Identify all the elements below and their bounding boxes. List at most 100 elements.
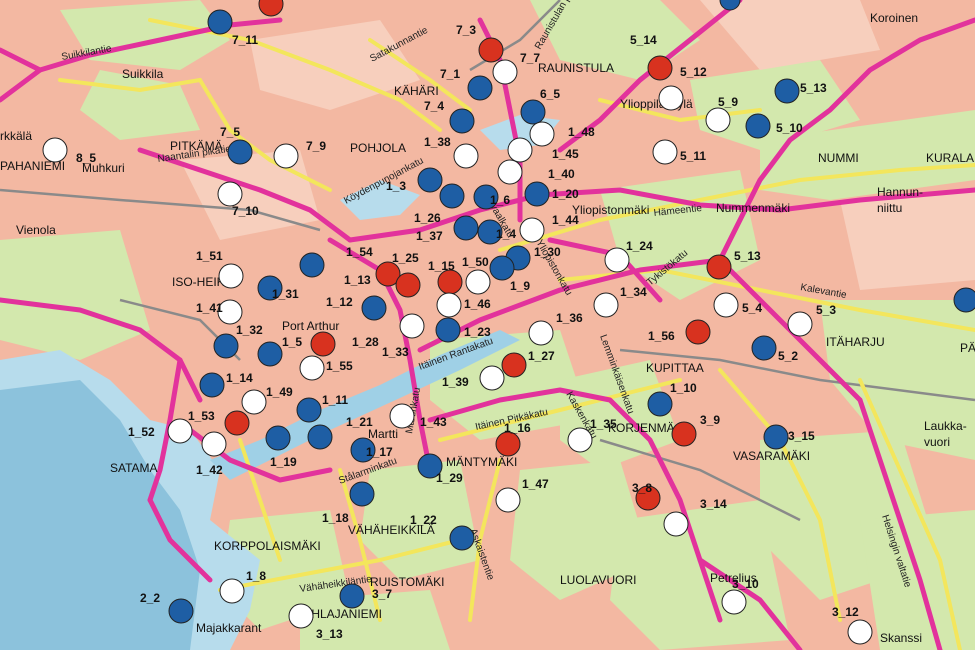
station-marker[interactable] <box>663 511 689 537</box>
station-label: 1_10 <box>670 381 697 395</box>
station-marker[interactable] <box>495 431 521 457</box>
district-label: KÄHÄRI <box>394 84 439 98</box>
station-marker[interactable] <box>671 421 697 447</box>
district-label: Martti <box>368 427 398 441</box>
station-marker[interactable] <box>217 181 243 207</box>
station-marker[interactable] <box>751 335 777 361</box>
station-marker[interactable] <box>453 143 479 169</box>
station-marker[interactable] <box>519 217 545 243</box>
station-marker[interactable] <box>497 159 523 185</box>
district-label: RAUNISTULA <box>538 61 614 75</box>
station-marker[interactable] <box>685 319 711 345</box>
station-marker[interactable] <box>658 85 684 111</box>
station-marker[interactable] <box>224 410 250 436</box>
station-marker[interactable] <box>310 331 336 357</box>
station-marker[interactable] <box>201 431 227 457</box>
station-marker[interactable] <box>168 598 194 624</box>
station-marker[interactable] <box>495 487 521 513</box>
station-marker[interactable] <box>199 372 225 398</box>
station-marker[interactable] <box>435 317 461 343</box>
station-label: 1_19 <box>270 455 297 469</box>
station-label: 1_32 <box>236 323 263 337</box>
district-label: VASARAMÄKI <box>733 449 810 463</box>
station-marker[interactable] <box>721 589 747 615</box>
station-marker[interactable] <box>265 425 291 451</box>
station-marker[interactable] <box>439 183 465 209</box>
station-label: 7_7 <box>520 51 540 65</box>
station-label: 6_5 <box>540 87 560 101</box>
station-marker[interactable] <box>489 255 515 281</box>
station-marker[interactable] <box>227 139 253 165</box>
station-marker[interactable] <box>774 78 800 104</box>
station-marker[interactable] <box>520 99 546 125</box>
station-marker[interactable] <box>288 603 314 629</box>
station-marker[interactable] <box>449 525 475 551</box>
station-label: 1_31 <box>272 287 299 301</box>
station-marker[interactable] <box>219 578 245 604</box>
station-marker[interactable] <box>273 143 299 169</box>
station-label: 5_2 <box>778 349 798 363</box>
station-marker[interactable] <box>647 391 673 417</box>
station-marker[interactable] <box>218 263 244 289</box>
station-marker[interactable] <box>417 167 443 193</box>
station-marker[interactable] <box>349 481 375 507</box>
station-marker[interactable] <box>706 254 732 280</box>
station-marker[interactable] <box>478 37 504 63</box>
station-label: 1_39 <box>442 375 469 389</box>
station-marker[interactable] <box>479 365 505 391</box>
station-marker[interactable] <box>652 139 678 165</box>
station-label: 1_9 <box>510 279 530 293</box>
station-marker[interactable] <box>299 252 325 278</box>
station-label: 1_3 <box>386 179 406 193</box>
station-marker[interactable] <box>953 287 975 313</box>
station-marker[interactable] <box>705 107 731 133</box>
station-marker[interactable] <box>299 355 325 381</box>
map-canvas: Koroinen RAUNISTULA KÄHÄRI Suikkila PITK… <box>0 0 975 650</box>
station-marker[interactable] <box>42 137 68 163</box>
station-marker[interactable] <box>745 113 771 139</box>
station-marker[interactable] <box>453 215 479 241</box>
station-marker[interactable] <box>399 313 425 339</box>
station-marker[interactable] <box>847 619 873 645</box>
station-marker[interactable] <box>436 292 462 318</box>
station-marker[interactable] <box>713 292 739 318</box>
station-marker[interactable] <box>437 269 463 295</box>
station-marker[interactable] <box>507 137 533 163</box>
station-marker[interactable] <box>763 424 789 450</box>
station-marker[interactable] <box>647 55 673 81</box>
district-label: IHLAJANIEMI <box>308 607 382 621</box>
station-marker[interactable] <box>361 295 387 321</box>
station-marker[interactable] <box>465 269 491 295</box>
station-marker[interactable] <box>213 333 239 359</box>
station-marker[interactable] <box>296 397 322 423</box>
station-marker[interactable] <box>787 311 813 337</box>
station-marker[interactable] <box>492 59 518 85</box>
station-label: 1_49 <box>266 385 293 399</box>
station-marker[interactable] <box>529 121 555 147</box>
station-marker[interactable] <box>524 181 550 207</box>
station-label: 1_44 <box>552 213 579 227</box>
station-marker[interactable] <box>241 389 267 415</box>
station-marker[interactable] <box>449 108 475 134</box>
district-label: PÄ <box>960 341 975 355</box>
station-label: 3_14 <box>700 497 727 511</box>
station-marker[interactable] <box>567 427 593 453</box>
station-marker[interactable] <box>307 424 333 450</box>
station-label: 1_14 <box>226 371 253 385</box>
station-label: 1_17 <box>366 445 393 459</box>
station-label: 1_42 <box>196 463 223 477</box>
station-marker[interactable] <box>395 272 421 298</box>
station-label: 7_11 <box>232 33 258 47</box>
station-marker[interactable] <box>593 292 619 318</box>
station-marker[interactable] <box>339 583 365 609</box>
station-marker[interactable] <box>501 352 527 378</box>
station-marker[interactable] <box>257 341 283 367</box>
station-marker[interactable] <box>467 75 493 101</box>
district-label: vuori <box>924 435 950 449</box>
station-marker[interactable] <box>528 320 554 346</box>
station-label: 5_10 <box>776 121 803 135</box>
station-marker[interactable] <box>167 418 193 444</box>
station-marker[interactable] <box>389 403 415 429</box>
station-label: 1_53 <box>188 409 215 423</box>
station-marker[interactable] <box>207 9 233 35</box>
